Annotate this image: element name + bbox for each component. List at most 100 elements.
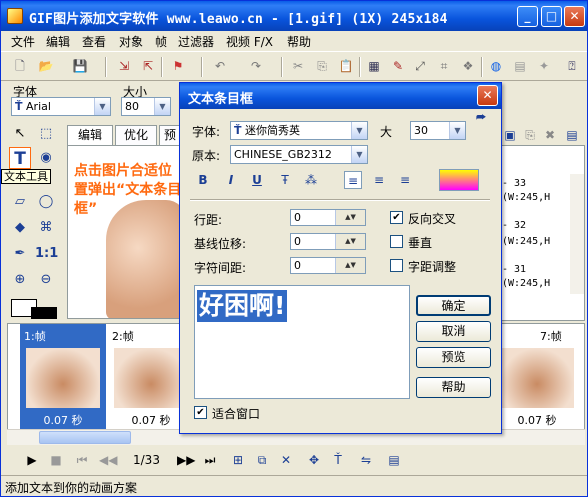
eyedropper-icon[interactable]: ✒ [9, 243, 31, 265]
tab-preview[interactable]: 预 [159, 125, 181, 145]
menu-filter[interactable]: 过滤器 [178, 33, 214, 50]
prev-frame-icon[interactable]: ◀◀ [99, 451, 117, 469]
spinner-arrows-icon[interactable]: ▲▼ [335, 234, 365, 249]
delete-frame-icon[interactable]: ✕ [277, 451, 295, 469]
actual-size-icon[interactable]: 1:1 [35, 243, 58, 265]
play-icon[interactable]: ▶ [23, 451, 41, 469]
reverse-icon[interactable]: ⇋ [357, 451, 375, 469]
spinner-arrows-icon[interactable]: ▲▼ [335, 210, 365, 225]
menu-view[interactable]: 查看 [82, 33, 106, 50]
help-pointer-icon[interactable]: ⍰ [563, 57, 581, 75]
baseline-spinner[interactable]: 0 ▲▼ [290, 233, 366, 250]
char-spacing-spinner[interactable]: 0 ▲▼ [290, 257, 366, 274]
text-frame-icon[interactable]: Ť [329, 451, 347, 469]
text-tool-icon[interactable]: T [9, 147, 31, 169]
frame-add-icon[interactable]: ▣ [501, 126, 519, 144]
dialog-source-combo[interactable]: CHINESE_GB2312 ▼ [230, 145, 368, 164]
lasso-icon[interactable]: ◯ [35, 191, 57, 213]
bold-button[interactable]: B [194, 171, 212, 189]
framelist-scrollbar[interactable] [570, 174, 584, 294]
kerning-checkbox[interactable] [390, 259, 403, 272]
underline-button[interactable]: U [248, 171, 266, 189]
new-file-icon[interactable]: 🗋 [11, 57, 29, 75]
insert-frame-icon[interactable]: ⊞ [229, 451, 247, 469]
copy-icon[interactable]: ⎘ [313, 57, 331, 75]
transform-icon[interactable]: ⌘ [35, 217, 57, 239]
save-icon[interactable]: 💾 [71, 57, 89, 75]
vertical-checkbox[interactable] [390, 235, 403, 248]
strikethrough-icon[interactable]: Ŧ [276, 171, 294, 189]
dialog-size-combo[interactable]: 30 ▼ [410, 121, 466, 140]
crop-icon[interactable]: ⌗ [435, 57, 453, 75]
play-circle-icon[interactable]: ◉ [35, 147, 57, 169]
undo-icon[interactable]: ↶ [211, 57, 229, 75]
frame-list[interactable]: - 33 (W:245,H - 32 (W:245,H - 31 (W:245,… [499, 145, 585, 321]
menu-object[interactable]: 对象 [119, 33, 143, 50]
foreground-color-swatch[interactable] [31, 307, 57, 319]
italic-button[interactable]: I [222, 171, 240, 189]
menu-edit[interactable]: 编辑 [46, 33, 70, 50]
stop-icon[interactable]: ■ [47, 451, 65, 469]
last-frame-icon[interactable]: ⏭ [201, 451, 219, 469]
menu-video-fx[interactable]: 视频 F/X [226, 33, 273, 50]
dialog-options-icon[interactable]: ⮫ [476, 111, 486, 125]
menu-frame[interactable]: 帧 [155, 33, 167, 50]
fill-icon[interactable]: ◆ [9, 217, 31, 239]
chevron-down-icon[interactable]: ▼ [351, 122, 367, 139]
frame-grid-icon[interactable]: ▦ [365, 57, 383, 75]
text-input-area[interactable]: 好困啊! [194, 285, 410, 399]
ok-button[interactable]: 确定 [416, 295, 491, 316]
list-item[interactable]: - 32 [502, 220, 526, 231]
effect-icon[interactable]: ❖ [459, 57, 477, 75]
paste-icon[interactable]: 📋 [337, 57, 355, 75]
help-button[interactable]: 帮助 [416, 377, 491, 398]
dialog-close-button[interactable]: ✕ [477, 85, 498, 106]
flag-icon[interactable]: ⚑ [169, 57, 187, 75]
resize-icon[interactable]: ⤢ [411, 57, 429, 75]
text-color-swatch[interactable] [439, 169, 479, 191]
redo-icon[interactable]: ↷ [247, 57, 265, 75]
chevron-down-icon[interactable]: ▼ [94, 98, 110, 115]
export-icon[interactable]: ⇱ [139, 57, 157, 75]
eraser-icon[interactable]: ▱ [9, 191, 31, 213]
align-right-icon[interactable]: ≡ [396, 171, 414, 189]
tab-optimize[interactable]: 优化 [115, 125, 157, 145]
optimize-icon[interactable]: ✦ [535, 57, 553, 75]
menu-file[interactable]: 文件 [11, 33, 35, 50]
frame-delete-icon[interactable]: ✖ [541, 126, 559, 144]
menu-help[interactable]: 帮助 [287, 33, 311, 50]
spinner-arrows-icon[interactable]: ▲▼ [335, 258, 365, 273]
align-center-icon[interactable]: ≡ [370, 171, 388, 189]
image-canvas[interactable]: 点击图片合适位置弹出“文本条目框” [67, 145, 187, 319]
cut-icon[interactable]: ✂ [289, 57, 307, 75]
chevron-down-icon[interactable]: ▼ [351, 146, 367, 163]
frame-edit-icon[interactable]: ✎ [389, 57, 407, 75]
frame-props-icon[interactable]: ▤ [563, 126, 581, 144]
chevron-down-icon[interactable]: ▼ [154, 98, 170, 115]
preview-button[interactable]: 预览 [416, 347, 491, 368]
dialog-font-combo[interactable]: Ť 迷你简秀英 ▼ [230, 121, 368, 140]
open-folder-icon[interactable]: 📂 [37, 57, 55, 75]
web-icon[interactable]: ◍ [487, 57, 505, 75]
antialias-checkbox[interactable]: ✔ [390, 211, 403, 224]
outline-text-icon[interactable]: ⁂ [302, 171, 320, 189]
list-item[interactable]: - 31 [502, 264, 526, 275]
cancel-button[interactable]: 取消 [416, 321, 491, 342]
frame-thumb-7[interactable]: 7:帧 0.07 秒 [494, 324, 580, 430]
banner-icon[interactable]: ▤ [511, 57, 529, 75]
select-rect-icon[interactable]: ⬚ [35, 123, 57, 145]
size-combo[interactable]: 80 ▼ [121, 97, 171, 116]
maximize-button[interactable]: □ [541, 6, 562, 27]
minimize-button[interactable]: _ [517, 6, 538, 27]
list-item[interactable]: - 33 [502, 178, 526, 189]
frame-properties-icon[interactable]: ▤ [385, 451, 403, 469]
pointer-icon[interactable]: ↖ [9, 123, 31, 145]
chevron-down-icon[interactable]: ▼ [449, 122, 465, 139]
align-left-icon[interactable]: ≡ [344, 171, 362, 189]
zoom-in-icon[interactable]: ⊕ [9, 269, 31, 291]
frame-thumb-1[interactable]: 1:帧 0.07 秒 [20, 324, 106, 430]
scroll-thumb[interactable] [39, 431, 131, 444]
close-button[interactable]: ✕ [564, 6, 585, 27]
move-frame-icon[interactable]: ✥ [305, 451, 323, 469]
fit-window-checkbox[interactable]: ✔ [194, 406, 207, 419]
